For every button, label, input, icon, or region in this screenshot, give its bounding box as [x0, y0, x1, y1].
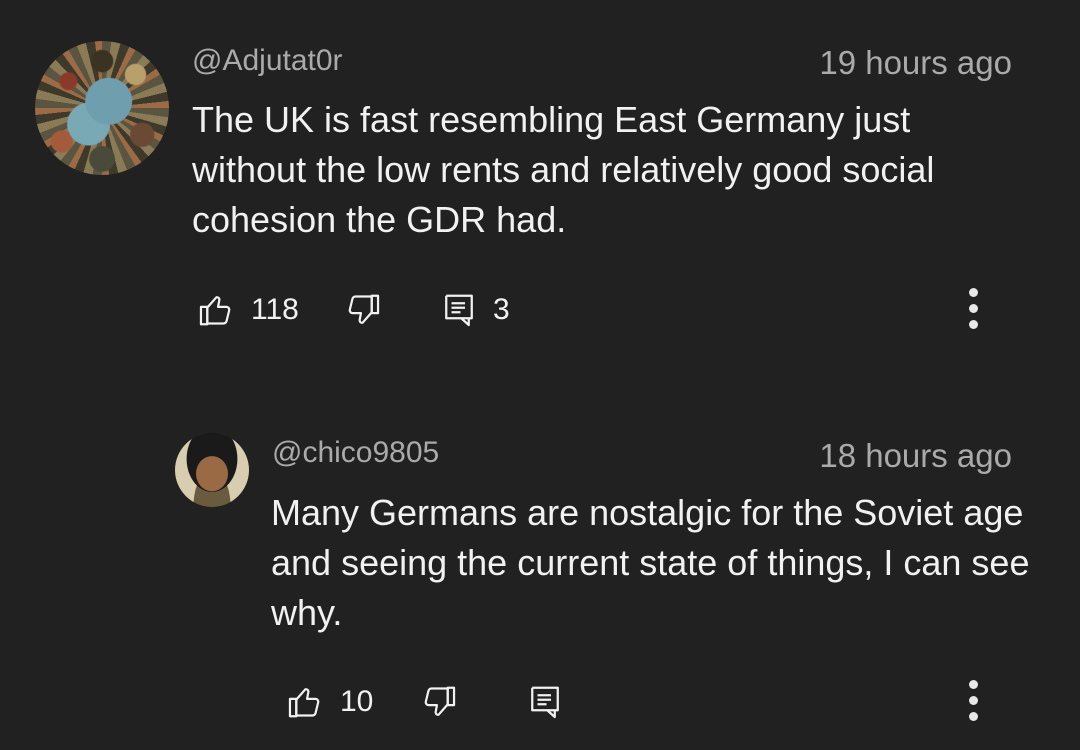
reply-icon	[527, 683, 563, 721]
like-button[interactable]: 10	[286, 682, 373, 722]
like-count: 10	[340, 685, 374, 718]
thumbs-down-icon	[344, 291, 382, 329]
comment-author[interactable]: @Adjutat0r	[192, 44, 343, 78]
like-button[interactable]: 118	[197, 290, 299, 330]
reply-icon	[441, 291, 477, 329]
thumbs-up-icon	[286, 683, 324, 721]
comment: @Adjutat0r 19 hours ago The UK is fast r…	[0, 0, 1080, 380]
comment-author[interactable]: @chico9805	[272, 436, 439, 470]
dislike-button[interactable]	[344, 290, 382, 330]
like-count: 118	[251, 293, 299, 326]
comment-timestamp: 19 hours ago	[819, 44, 1012, 81]
comment-timestamp: 18 hours ago	[819, 437, 1012, 474]
reply-count: 3	[493, 293, 510, 326]
avatar[interactable]	[35, 41, 169, 175]
comment-text: The UK is fast resembling East Germany j…	[192, 99, 935, 240]
thumbs-up-icon	[197, 291, 235, 329]
reply-comment: @chico9805 18 hours ago Many Germans are…	[0, 410, 1080, 750]
comment-actions: 118 3	[0, 288, 1080, 332]
thumbs-down-icon	[420, 683, 458, 721]
more-vert-icon[interactable]	[966, 288, 980, 332]
comment-actions: 10	[0, 680, 1080, 724]
more-vert-icon[interactable]	[966, 680, 980, 724]
reply-button[interactable]	[527, 682, 579, 722]
comment-text: Many Germans are nostalgic for the Sovie…	[271, 492, 1030, 633]
dislike-button[interactable]	[420, 682, 458, 722]
avatar[interactable]	[175, 433, 249, 507]
reply-button[interactable]: 3	[441, 290, 510, 330]
